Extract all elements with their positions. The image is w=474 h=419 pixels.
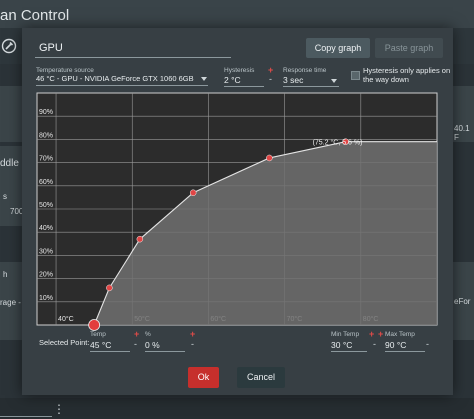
min-temp-increase-button[interactable]: + xyxy=(369,329,374,339)
selected-point-label: Selected Point: xyxy=(39,338,90,347)
background-input[interactable] xyxy=(0,403,52,417)
curve-point[interactable] xyxy=(136,235,144,243)
copy-graph-button[interactable]: Copy graph xyxy=(306,38,370,58)
background-footer xyxy=(0,398,474,419)
hysteresis-down-label: Hysteresis only applies on the way down xyxy=(363,66,451,84)
background-text: 40.1 F xyxy=(454,124,470,142)
min-temp-label: Min Temp xyxy=(331,331,360,338)
response-time-label: Response time xyxy=(283,67,327,74)
app-title: an Control xyxy=(0,7,70,24)
min-temp-input[interactable]: 30 °C xyxy=(331,339,367,352)
ok-button[interactable]: Ok xyxy=(188,367,219,388)
hysteresis-label: Hysteresis xyxy=(224,67,255,74)
point-tooltip: (75.2 °C, 5.6 %) xyxy=(313,139,363,147)
chevron-down-icon[interactable] xyxy=(331,79,337,83)
hysteresis-down-checkbox[interactable] xyxy=(351,71,360,80)
selected-percent-input[interactable]: 0 % xyxy=(145,339,185,352)
max-temp-input[interactable]: 90 °C xyxy=(385,339,425,352)
curve-name-input[interactable]: GPU xyxy=(35,40,231,58)
curve-point[interactable] xyxy=(266,154,273,162)
selected-temp-input[interactable]: 45 °C xyxy=(90,339,130,352)
y-tick-label: 70% xyxy=(39,156,53,163)
temperature-source-select[interactable]: 46 °C - GPU - NVIDIA GeForce GTX 1060 6G… xyxy=(36,73,208,86)
selected-curve-point[interactable] xyxy=(88,319,101,331)
max-temp-increase-button[interactable]: + xyxy=(378,329,383,339)
app-title-bar xyxy=(0,0,474,28)
cancel-button[interactable]: Cancel xyxy=(237,367,285,388)
y-tick-label: 20% xyxy=(39,272,53,279)
y-tick-label: 30% xyxy=(39,248,53,255)
background-text: s xyxy=(3,192,7,201)
min-temp-decrease-button[interactable]: - xyxy=(373,339,376,349)
max-temp-decrease-button[interactable]: - xyxy=(426,339,429,349)
hysteresis-input[interactable]: 2 °C xyxy=(224,74,264,87)
selected-temp-increase-button[interactable]: + xyxy=(134,329,139,339)
y-tick-label: 10% xyxy=(39,295,53,302)
max-temp-label: Max Temp xyxy=(385,331,415,338)
selected-temp-decrease-button[interactable]: - xyxy=(134,339,137,349)
y-tick-label: 90% xyxy=(39,109,53,116)
paste-graph-button[interactable]: Paste graph xyxy=(375,38,443,58)
hysteresis-decrease-button[interactable]: - xyxy=(269,74,272,84)
wrench-icon[interactable] xyxy=(1,38,17,54)
selected-percent-decrease-button[interactable]: - xyxy=(191,339,194,349)
selected-percent-increase-button[interactable]: + xyxy=(190,329,195,339)
selected-percent-label: % xyxy=(145,331,151,338)
curve-point[interactable] xyxy=(106,284,113,292)
background-text: h xyxy=(3,270,8,279)
background-text: ddle xyxy=(0,158,19,169)
y-tick-label: 60% xyxy=(39,179,53,186)
y-tick-label: 80% xyxy=(39,132,53,139)
background-card xyxy=(0,86,22,142)
x-tick-label: 40°C xyxy=(58,315,74,323)
selected-temp-label: Temp xyxy=(90,331,106,338)
y-tick-label: 50% xyxy=(39,202,53,209)
y-tick-label: 40% xyxy=(39,225,53,232)
more-options-icon[interactable]: ⋮ xyxy=(53,402,65,416)
curve-point[interactable] xyxy=(189,189,197,197)
chevron-down-icon[interactable] xyxy=(201,77,207,81)
background-text: eFor xyxy=(454,297,471,306)
background-text: rage - xyxy=(0,298,21,307)
